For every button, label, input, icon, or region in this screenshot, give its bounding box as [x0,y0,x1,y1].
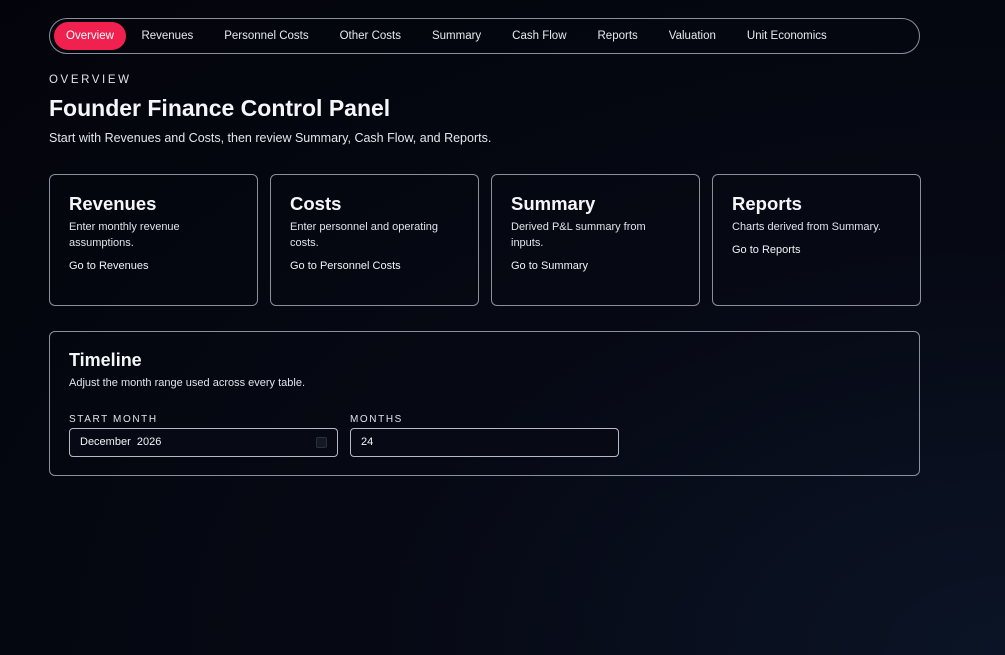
timeline-panel: Timeline Adjust the month range used acr… [49,331,920,476]
tab-overview[interactable]: Overview [54,22,126,50]
months-label: MONTHS [350,414,403,425]
calendar-icon[interactable] [316,437,327,448]
go-to-summary-link[interactable]: Go to Summary [511,260,588,272]
card-title: Reports [732,193,802,214]
tab-unit-economics[interactable]: Unit Economics [731,22,842,50]
top-navigation: Overview Revenues Personnel Costs Other … [49,18,920,54]
tab-valuation[interactable]: Valuation [653,22,731,50]
tab-personnel-costs[interactable]: Personnel Costs [209,22,324,50]
card-title: Summary [511,193,596,214]
months-input[interactable]: 24 [350,428,619,457]
start-month-value: December 2026 [80,436,162,448]
go-to-personnel-costs-link[interactable]: Go to Personnel Costs [290,260,401,272]
tab-summary[interactable]: Summary [416,22,496,50]
tab-cash-flow[interactable]: Cash Flow [497,22,582,50]
card-title: Revenues [69,193,157,214]
card-description: Derived P&L summary from inputs. [511,221,646,249]
card-title: Costs [290,193,342,214]
revenues-card: Revenues Enter monthly revenue assumptio… [49,174,258,306]
start-month-label: START MONTH [69,414,158,425]
months-value: 24 [361,436,374,448]
reports-card: Reports Charts derived from Summary. Go … [712,174,921,306]
card-description: Enter monthly revenue assumptions. [69,221,180,249]
tab-reports[interactable]: Reports [582,22,653,50]
card-description: Enter personnel and operating costs. [290,221,438,249]
summary-card: Summary Derived P&L summary from inputs.… [491,174,700,306]
card-description: Charts derived from Summary. [732,221,881,233]
go-to-reports-link[interactable]: Go to Reports [732,244,800,256]
timeline-title: Timeline [69,350,142,370]
tab-other-costs[interactable]: Other Costs [324,22,416,50]
costs-card: Costs Enter personnel and operating cost… [270,174,479,306]
start-month-input[interactable]: December 2026 [69,428,338,457]
tab-revenues[interactable]: Revenues [126,22,209,50]
timeline-description: Adjust the month range used across every… [69,377,306,389]
page-title: Founder Finance Control Panel [49,95,391,121]
page-subtitle: Start with Revenues and Costs, then revi… [49,131,492,145]
section-eyebrow: OVERVIEW [49,74,132,86]
go-to-revenues-link[interactable]: Go to Revenues [69,260,149,272]
